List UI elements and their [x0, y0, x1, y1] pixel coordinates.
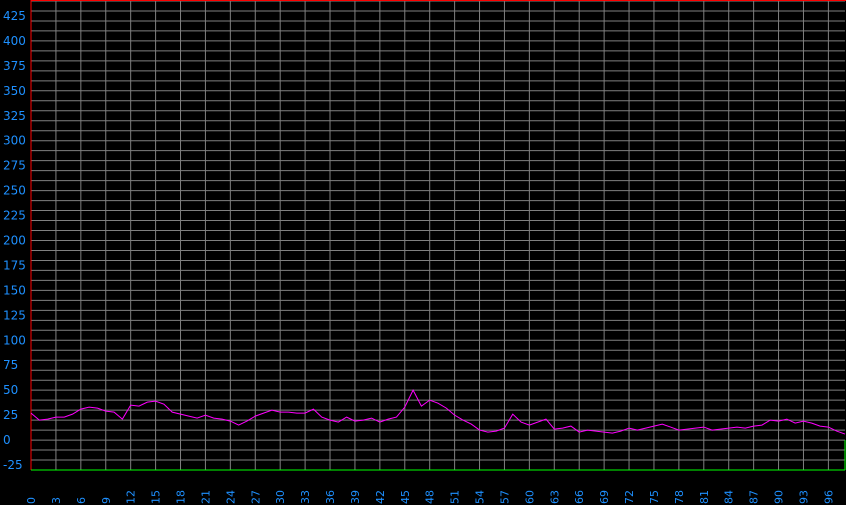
x-tick-label-29: 87	[748, 490, 761, 504]
x-tick-label-17: 51	[449, 490, 462, 504]
y-tick-label-13: 100	[3, 333, 26, 347]
x-tick-label-9: 27	[249, 490, 262, 504]
x-tick-label-11: 33	[299, 490, 312, 504]
y-tick-label-1: 400	[3, 34, 26, 48]
x-tick-label-7: 21	[199, 490, 212, 504]
x-tick-label-15: 45	[399, 490, 412, 504]
y-tick-label-5: 300	[3, 134, 26, 148]
y-tick-label-11: 150	[3, 283, 26, 297]
y-tick-label-4: 325	[3, 109, 26, 123]
y-tick-label-3: 350	[3, 84, 26, 98]
y-tick-label-12: 125	[3, 308, 26, 322]
x-tick-label-2: 6	[75, 497, 88, 504]
x-tick-label-12: 36	[324, 490, 337, 504]
x-tick-label-28: 84	[723, 490, 736, 504]
x-tick-label-27: 81	[698, 490, 711, 504]
x-tick-label-24: 72	[623, 490, 636, 504]
y-axis-ticks: 4254003753503253002752502252001751501251…	[3, 9, 26, 472]
y-tick-label-17: 0	[3, 433, 11, 447]
y-tick-label-2: 375	[3, 59, 26, 73]
x-tick-label-22: 66	[573, 490, 586, 504]
y-tick-label-16: 25	[3, 408, 18, 422]
y-tick-label-6: 275	[3, 159, 26, 173]
grid	[30, 0, 845, 470]
series-layer	[30, 389, 846, 435]
x-tick-label-26: 78	[673, 490, 686, 504]
x-tick-label-31: 93	[797, 490, 810, 504]
y-tick-label-0: 425	[3, 9, 26, 23]
x-tick-label-5: 15	[150, 490, 163, 504]
y-tick-label-15: 50	[3, 383, 18, 397]
x-tick-label-20: 60	[523, 490, 536, 504]
x-tick-label-0: 0	[25, 497, 38, 504]
x-tick-label-23: 69	[598, 490, 611, 504]
y-tick-label-7: 250	[3, 184, 26, 198]
x-tick-label-14: 42	[374, 490, 387, 504]
x-tick-label-30: 90	[773, 490, 786, 504]
x-tick-label-32: 96	[822, 490, 835, 504]
y-tick-label-9: 200	[3, 233, 26, 247]
x-tick-label-1: 3	[50, 497, 63, 504]
x-tick-label-25: 75	[648, 490, 661, 504]
x-tick-label-3: 9	[100, 497, 113, 504]
y-tick-label-10: 175	[3, 258, 26, 272]
x-tick-label-16: 48	[424, 490, 437, 504]
y-tick-label-18: -25	[3, 458, 23, 472]
y-tick-label-8: 225	[3, 209, 26, 223]
x-tick-label-10: 30	[274, 490, 287, 504]
x-tick-label-19: 57	[498, 490, 511, 504]
x-tick-label-4: 12	[125, 490, 138, 504]
series-line-0	[30, 389, 846, 435]
x-tick-label-18: 54	[474, 490, 487, 504]
x-axis-ticks: 0 3 6 9 12 15 18 21 24 27 30 33 36 39 42 45 48 51 54 57 60 63…	[25, 490, 835, 504]
x-tick-label-6: 18	[175, 490, 188, 504]
x-tick-label-8: 24	[224, 490, 237, 504]
line-chart: 4254003753503253002752502252001751501251…	[3, 0, 846, 504]
x-tick-label-21: 63	[548, 490, 561, 504]
x-tick-label-13: 39	[349, 490, 362, 504]
y-tick-label-14: 75	[3, 358, 18, 372]
